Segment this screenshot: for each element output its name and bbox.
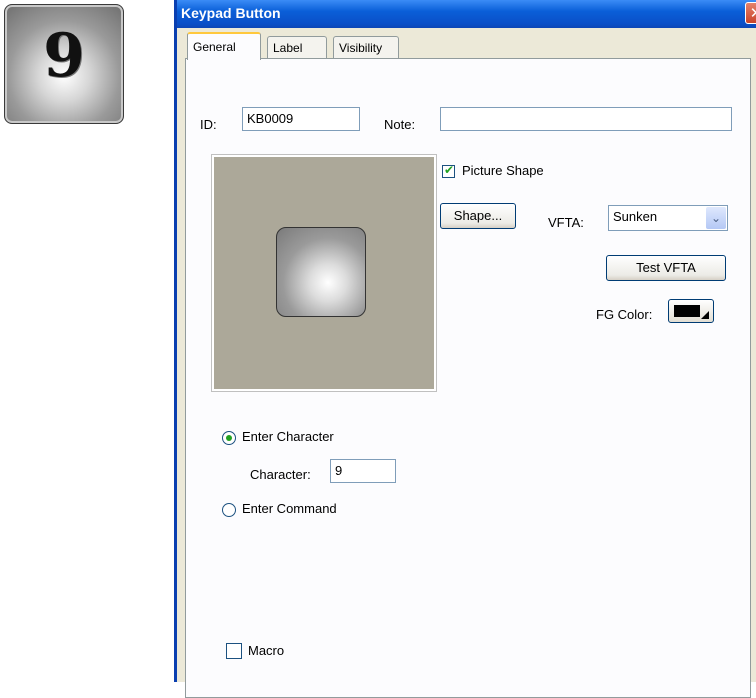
check-icon: ✔ <box>444 163 455 177</box>
fg-color-label: FG Color: <box>596 307 653 322</box>
shape-button[interactable]: Shape... <box>440 203 516 229</box>
general-tab-panel: ID: KB0009 Note: ✔ Picture Shape Shape..… <box>185 58 751 698</box>
picture-shape-checkbox[interactable]: ✔ <box>442 163 455 178</box>
vfta-select[interactable]: Sunken ⌄ <box>608 205 728 231</box>
chevron-down-icon[interactable]: ⌄ <box>706 207 726 229</box>
id-field[interactable]: KB0009 <box>242 107 360 131</box>
button-shape-image <box>276 227 366 317</box>
test-vfta-button[interactable]: Test VFTA <box>606 255 726 281</box>
fg-color-picker[interactable] <box>668 299 714 323</box>
macro-label: Macro <box>248 643 285 658</box>
keypad-button-preview: 9 <box>4 4 124 124</box>
radio-selected-dot <box>226 435 232 441</box>
vfta-label: VFTA: <box>548 215 584 230</box>
character-field[interactable]: 9 <box>330 459 396 483</box>
note-label: Note: <box>384 117 416 132</box>
dropdown-corner-icon <box>701 311 709 319</box>
fg-color-fill <box>674 305 700 317</box>
character-label: Character: <box>250 467 311 482</box>
close-icon: ✕ <box>749 4 756 22</box>
note-field[interactable] <box>440 107 732 131</box>
enter-character-label: Enter Character <box>242 429 334 444</box>
title-bar[interactable]: Keypad Button ✕ <box>177 0 756 28</box>
macro-checkbox[interactable] <box>226 643 242 659</box>
tab-visibility[interactable]: Visibility <box>333 36 399 58</box>
tab-general[interactable]: General <box>187 32 261 60</box>
shape-preview-area <box>212 155 436 391</box>
enter-command-radio[interactable] <box>222 503 236 517</box>
enter-command-label: Enter Command <box>242 501 337 516</box>
dialog-title: Keypad Button <box>181 5 281 21</box>
preview-digit: 9 <box>43 21 85 91</box>
tab-label[interactable]: Label <box>267 36 327 58</box>
keypad-button-dialog: Keypad Button ✕ General Label Visibility… <box>174 0 756 698</box>
close-button[interactable]: ✕ <box>745 2 756 24</box>
id-label: ID: <box>200 117 217 132</box>
enter-character-radio[interactable] <box>222 431 236 445</box>
vfta-value: Sunken <box>613 209 658 224</box>
picture-shape-label: Picture Shape <box>462 163 544 178</box>
